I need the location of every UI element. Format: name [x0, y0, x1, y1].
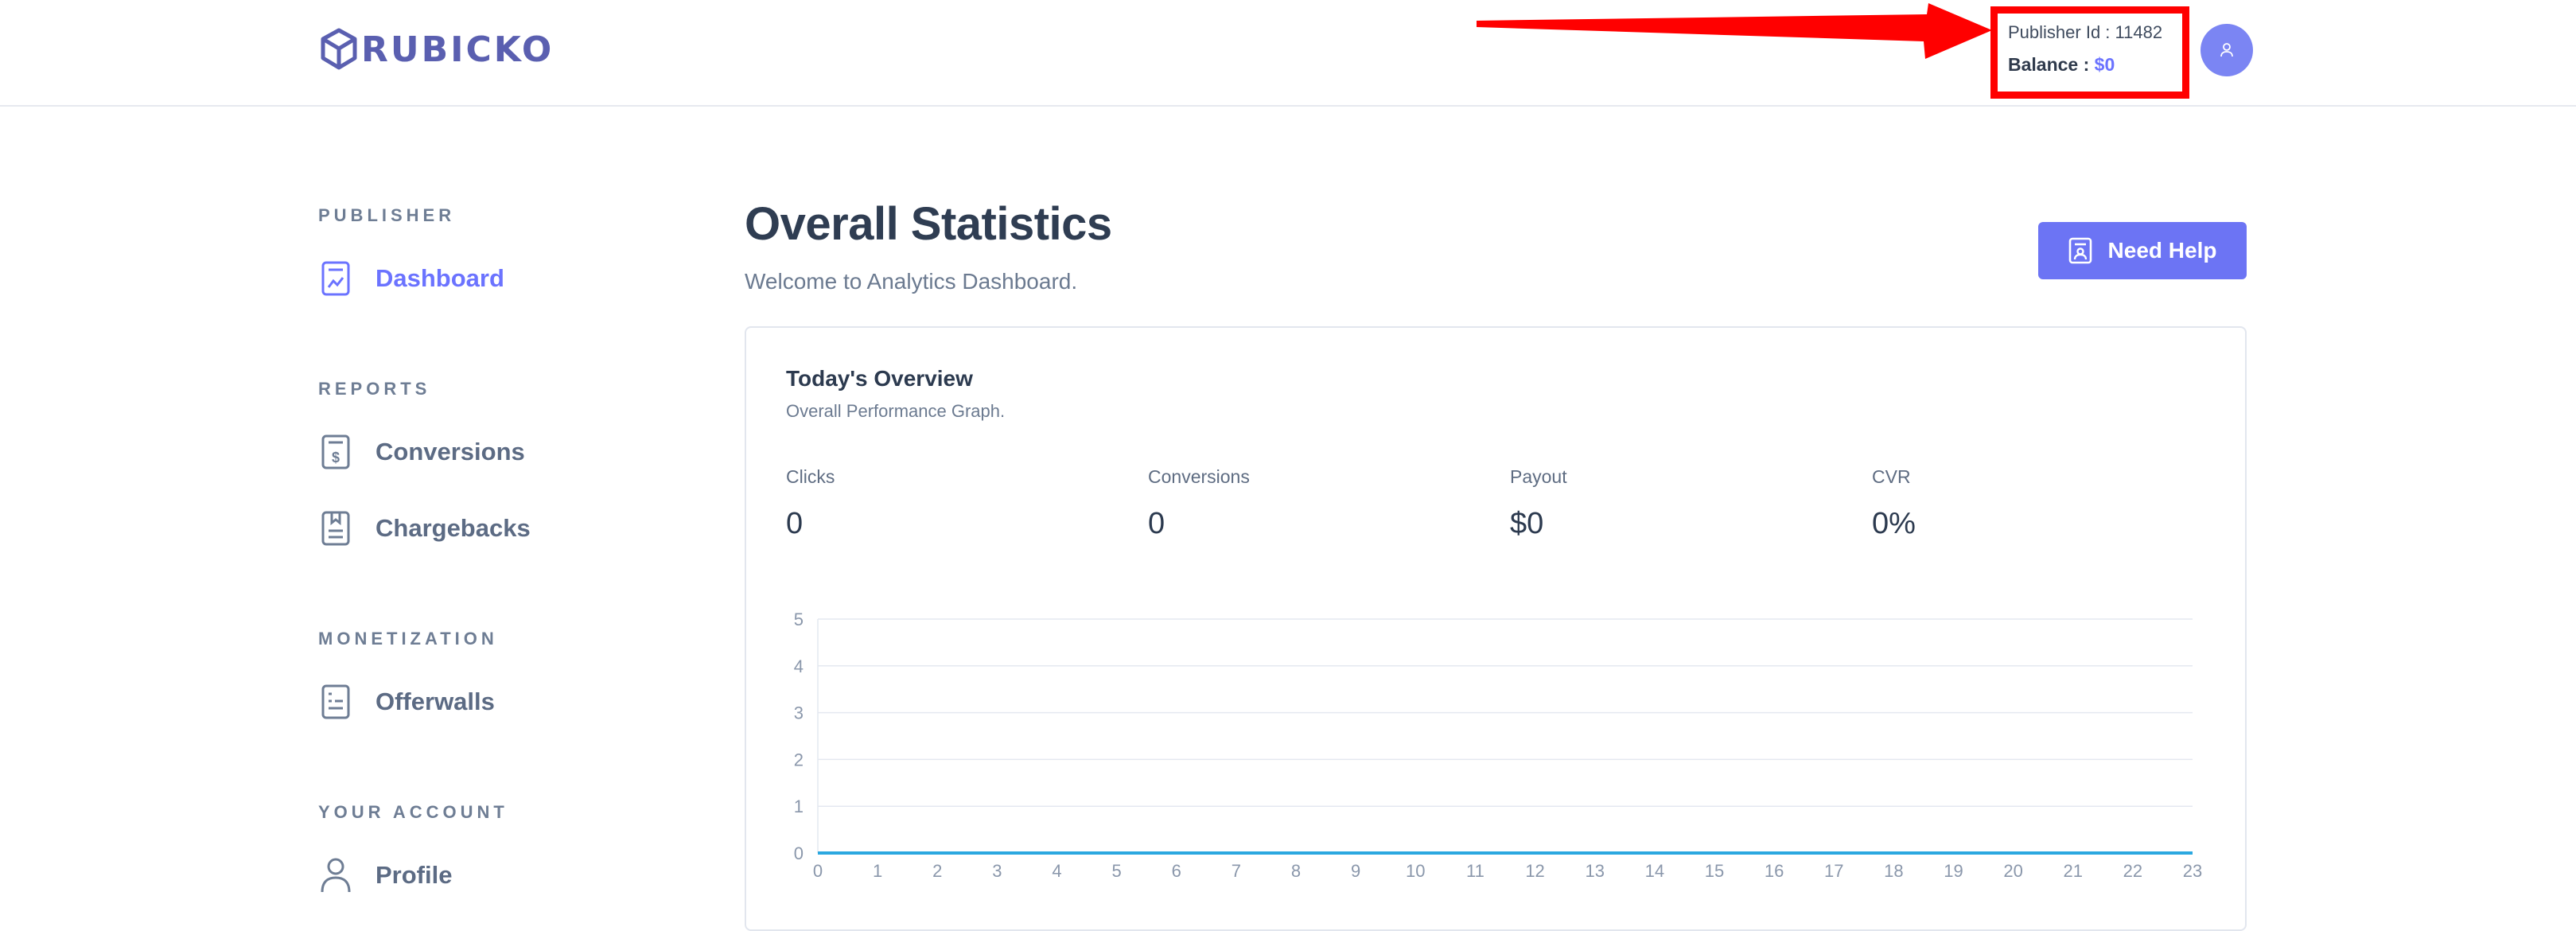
cube-logo-icon [321, 28, 357, 70]
sidebar-heading-reports: REPORTS [318, 379, 431, 399]
balance-label: Balance : [2008, 54, 2090, 75]
performance-line-chart: 0123450 1 2 3 4 5 6 7 8 9 10 11 12 13 14 15 16 17 18 19 20 21… [794, 610, 2202, 881]
y-tick-label: 0 [794, 843, 804, 863]
x-tick-label: 9 [1351, 861, 1360, 881]
user-icon [2220, 43, 2233, 57]
x-tick-label: 14 [1645, 861, 1664, 881]
highlight-box [1990, 6, 2189, 99]
need-help-button[interactable]: Need Help [2038, 222, 2247, 279]
y-tick-label: 4 [794, 656, 804, 676]
x-tick-label: 7 [1232, 861, 1241, 881]
sidebar-item-conversions[interactable]: $ Conversions [318, 430, 525, 474]
sidebar-item-label: Dashboard [376, 264, 504, 292]
x-tick-label: 23 [2183, 861, 2202, 881]
top-header: RUBICKO Publisher Id : 11482 Balance : $… [0, 0, 2576, 107]
sidebar-item-label: Offerwalls [376, 688, 495, 715]
red-arrow-annotation [1477, 3, 1992, 59]
sidebar-heading-monetization: MONETIZATION [318, 629, 498, 649]
x-tick-label: 18 [1884, 861, 1903, 881]
x-tick-label: 5 [1112, 861, 1122, 881]
person-icon [318, 855, 353, 896]
y-tick-label: 5 [794, 610, 804, 629]
x-tick-label: 22 [2123, 861, 2142, 881]
list-document-icon [318, 681, 353, 723]
svg-text:$: $ [332, 450, 340, 465]
x-tick-label: 15 [1705, 861, 1724, 881]
page-title: Overall Statistics [745, 198, 1112, 250]
sidebar-heading-your-account: YOUR ACCOUNT [318, 802, 508, 822]
dashboard-report-icon [318, 258, 353, 299]
x-tick-label: 16 [1765, 861, 1784, 881]
y-tick-label: 2 [794, 750, 804, 769]
x-tick-label: 2 [932, 861, 942, 881]
sidebar-item-chargebacks[interactable]: Chargebacks [318, 506, 531, 551]
x-tick-label: 12 [1525, 861, 1544, 881]
x-tick-label: 3 [992, 861, 1002, 881]
help-document-icon [2068, 237, 2092, 264]
rubicko-logo[interactable]: RUBICKO [318, 27, 554, 72]
logo-text: RUBICKO [361, 29, 555, 70]
x-tick-label: 21 [2063, 861, 2082, 881]
page-subtitle: Welcome to Analytics Dashboard. [745, 269, 1078, 294]
publisher-id: Publisher Id : 11482 [2008, 22, 2163, 42]
y-tick-label: 1 [794, 797, 804, 816]
bookmark-document-icon [318, 508, 353, 549]
sidebar-item-dashboard[interactable]: Dashboard [318, 256, 504, 301]
sidebar-item-label: Profile [376, 861, 453, 889]
y-tick-label: 3 [794, 703, 804, 723]
x-tick-label: 0 [813, 861, 823, 881]
user-avatar-button[interactable] [2200, 24, 2253, 76]
need-help-label: Need Help [2107, 238, 2217, 263]
x-tick-label: 17 [1824, 861, 1843, 881]
x-tick-label: 10 [1406, 861, 1425, 881]
x-tick-label: 4 [1052, 861, 1061, 881]
sidebar-item-offerwalls[interactable]: Offerwalls [318, 680, 495, 724]
sidebar-item-label: Conversions [376, 438, 525, 465]
sidebar-item-label: Chargebacks [376, 514, 531, 542]
x-tick-label: 1 [873, 861, 882, 881]
x-tick-label: 6 [1172, 861, 1181, 881]
x-tick-label: 13 [1585, 861, 1604, 881]
x-tick-label: 19 [1944, 861, 1963, 881]
dollar-document-icon: $ [318, 431, 353, 473]
sidebar-item-profile[interactable]: Profile [318, 853, 452, 898]
balance-value: $0 [2094, 54, 2115, 75]
sidebar-heading-publisher: PUBLISHER [318, 205, 456, 225]
x-tick-label: 20 [2003, 861, 2022, 881]
todays-overview-card: Today's Overview Overall Performance Gra… [745, 326, 2247, 931]
x-tick-label: 11 [1466, 861, 1485, 881]
balance: Balance : $0 [2008, 54, 2115, 76]
x-tick-label: 8 [1291, 861, 1301, 881]
